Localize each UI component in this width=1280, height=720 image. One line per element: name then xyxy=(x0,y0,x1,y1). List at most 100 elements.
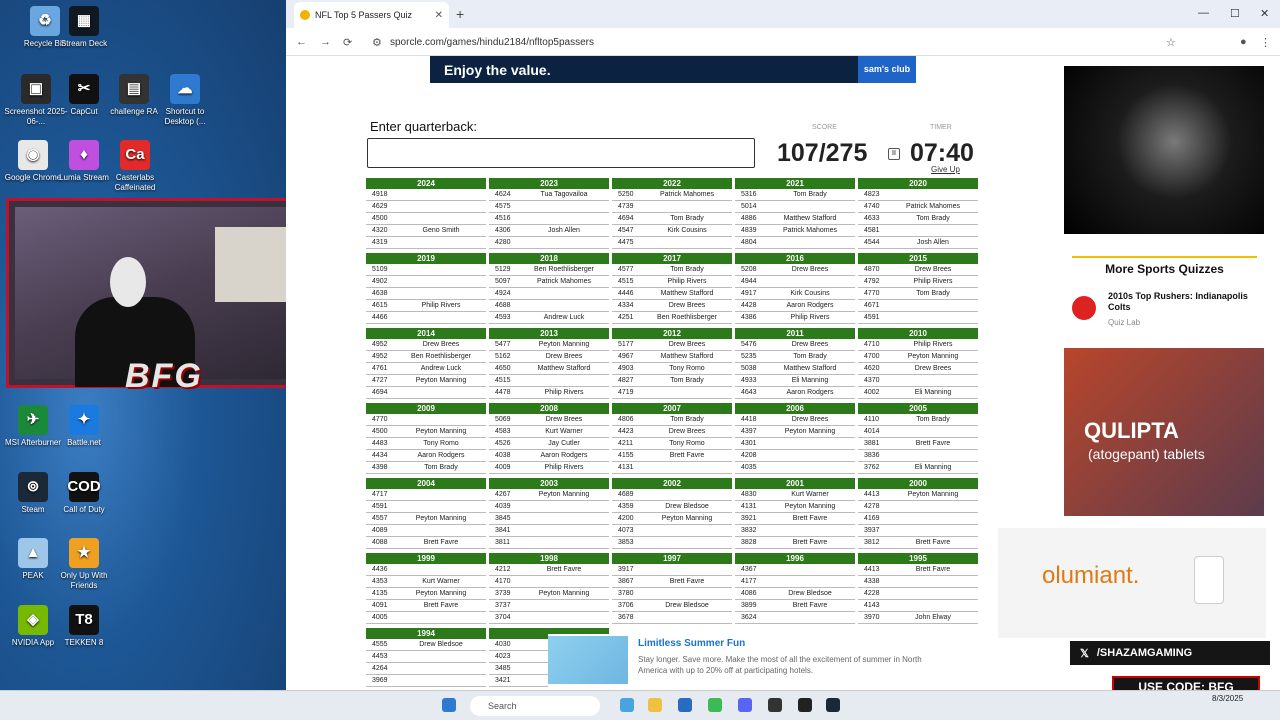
answer-row: 4073 xyxy=(612,525,732,537)
pause-icon[interactable]: II xyxy=(888,148,900,160)
passing-yards: 3841 xyxy=(495,527,511,534)
year-header: 2019 xyxy=(366,253,486,264)
passing-yards: 4131 xyxy=(618,464,634,471)
obs-icon[interactable] xyxy=(798,698,812,712)
new-tab-button[interactable]: + xyxy=(456,6,464,22)
terminal-icon[interactable] xyxy=(768,698,782,712)
answer-row: 4169 xyxy=(858,513,978,525)
passing-yards: 4251 xyxy=(618,314,634,321)
answer-row: 4689 xyxy=(612,489,732,501)
tab-nfl-quiz[interactable]: NFL Top 5 Passers Quiz ✕ xyxy=(294,2,449,28)
quarterback-name: Drew Bledsoe xyxy=(665,602,709,609)
maximize-icon[interactable]: ☐ xyxy=(1230,7,1240,20)
answer-row: 5162 Drew Brees xyxy=(489,351,609,363)
reload-icon[interactable]: ⟳ xyxy=(343,36,352,49)
year-header: 2013 xyxy=(489,328,609,339)
passing-yards: 4413 xyxy=(864,566,880,573)
year-header: 2018 xyxy=(489,253,609,264)
passing-yards: 4638 xyxy=(372,290,388,297)
quarterback-name: Tua Tagovailoa xyxy=(540,191,588,198)
answer-row: 4014 xyxy=(858,426,978,438)
chrome-taskbar-icon[interactable] xyxy=(708,698,722,712)
year-table: 1996 4367 4177 4086 Drew Bledsoe 3899 Brett Fa… xyxy=(735,553,855,624)
desktop-icon-label: Battle.net xyxy=(67,438,101,447)
desktop-icon[interactable]: ▦ Stream Deck xyxy=(52,6,116,49)
desktop-app-icon: COD xyxy=(67,472,101,502)
bottom-ad[interactable]: Limitless Summer Fun Stay longer. Save m… xyxy=(548,634,948,690)
close-window-icon[interactable]: ✕ xyxy=(1260,7,1269,20)
desktop-app-icon: ◉ xyxy=(18,140,48,170)
answer-row: 4917 Kirk Cousins xyxy=(735,288,855,300)
year-table: 2019 5109 4902 4638 4615 Philip Rivers 4466 xyxy=(366,253,486,324)
quarterback-name: Brett Favre xyxy=(669,578,705,585)
profile-avatar-icon[interactable]: ● xyxy=(1240,36,1247,48)
forward-icon[interactable]: → xyxy=(320,36,331,48)
file-explorer-icon[interactable] xyxy=(648,698,662,712)
passing-yards: 4700 xyxy=(864,353,880,360)
taskbar-search[interactable]: Search xyxy=(470,696,600,716)
desktop-app-icon: ▤ xyxy=(119,74,149,104)
passing-yards: 4110 xyxy=(864,416,880,423)
desktop-icon[interactable]: ☁ Shortcut to Desktop (... xyxy=(153,74,217,127)
passing-yards: 3881 xyxy=(864,440,880,447)
quarterback-name: Ben Roethlisberger xyxy=(657,314,717,321)
answer-row: 4131 Peyton Manning xyxy=(735,501,855,513)
answer-row: 4005 xyxy=(366,612,486,624)
answer-row: 4035 xyxy=(735,462,855,474)
passing-yards: 4575 xyxy=(495,203,511,210)
qulipta-ad[interactable]: QULIPTA (atogepant) tablets xyxy=(1064,348,1264,516)
menu-dots-icon[interactable]: ⋮ xyxy=(1260,36,1271,49)
quarterback-input[interactable] xyxy=(367,138,755,168)
top-banner-ad[interactable]: Enjoy the value. sam's club xyxy=(430,56,916,83)
tab-close-icon[interactable]: ✕ xyxy=(435,10,443,21)
quarterback-name: Drew Brees xyxy=(914,266,952,273)
store-icon[interactable] xyxy=(678,698,692,712)
discord-icon[interactable] xyxy=(738,698,752,712)
passing-yards: 4038 xyxy=(495,452,511,459)
browser-window: NFL Top 5 Passers Quiz ✕ + — ☐ ✕ ← → ⟳ ⚙… xyxy=(286,0,1280,690)
answer-row: 4228 xyxy=(858,588,978,600)
back-icon[interactable]: ← xyxy=(296,36,307,48)
olumiant-ad[interactable]: olumiant. xyxy=(998,528,1266,638)
answer-row: 4591 xyxy=(858,312,978,324)
site-info-icon[interactable]: ⚙ xyxy=(372,36,382,49)
taskbar-clock[interactable]: 8/3/2025 xyxy=(1212,693,1243,705)
passing-yards: 4643 xyxy=(741,389,757,396)
bookmark-star-icon[interactable]: ☆ xyxy=(1166,36,1176,49)
desktop-icon[interactable]: Ca Casterlabs Caffeinated xyxy=(103,140,167,193)
quarterback-name: Philip Rivers xyxy=(544,389,584,396)
desktop-icon[interactable]: COD Call of Duty xyxy=(52,472,116,515)
passing-yards: 4428 xyxy=(741,302,757,309)
answer-row: 4280 xyxy=(489,237,609,249)
answer-row: 4671 xyxy=(858,300,978,312)
minimize-icon[interactable]: — xyxy=(1198,7,1209,19)
passing-yards: 3921 xyxy=(741,515,757,522)
desktop-icon[interactable]: T8 TEKKEN 8 xyxy=(52,605,116,648)
answer-row: 4944 xyxy=(735,276,855,288)
answer-row: 4557 Peyton Manning xyxy=(366,513,486,525)
widgets-icon[interactable] xyxy=(620,698,634,712)
give-up-button[interactable]: Give Up xyxy=(931,165,960,174)
passing-yards: 4009 xyxy=(495,464,511,471)
passing-yards: 4650 xyxy=(495,365,511,372)
start-icon[interactable] xyxy=(442,698,456,712)
answer-row: 4515 Philip Rivers xyxy=(612,276,732,288)
passing-yards: 4792 xyxy=(864,278,880,285)
quarterback-name: Drew Brees xyxy=(914,365,952,372)
year-row: 2019 5109 4902 4638 4615 Philip Rivers 4466 201… xyxy=(366,253,978,324)
answer-row: 3881 Brett Favre xyxy=(858,438,978,450)
related-quiz-link[interactable]: 2010s Top Rushers: Indianapolis Colts xyxy=(1108,291,1248,313)
quarterback-name: Aaron Rodgers xyxy=(786,302,834,309)
passing-yards: 4952 xyxy=(372,341,388,348)
url-field[interactable]: sporcle.com/games/hindu2184/nfltop5passe… xyxy=(390,37,594,48)
year-header: 2020 xyxy=(858,178,978,189)
answer-row: 4830 Kurt Warner xyxy=(735,489,855,501)
passing-yards: 4212 xyxy=(495,566,511,573)
desktop-icon[interactable]: ✦ Battle.net xyxy=(52,405,116,448)
passing-yards: 3899 xyxy=(741,602,757,609)
steam-taskbar-icon[interactable] xyxy=(826,698,840,712)
desktop-icon[interactable]: ★ Only Up With Friends xyxy=(52,538,116,591)
answer-row: 4278 xyxy=(858,501,978,513)
side-video-ad[interactable] xyxy=(1064,66,1264,234)
passing-yards: 3624 xyxy=(741,614,757,621)
